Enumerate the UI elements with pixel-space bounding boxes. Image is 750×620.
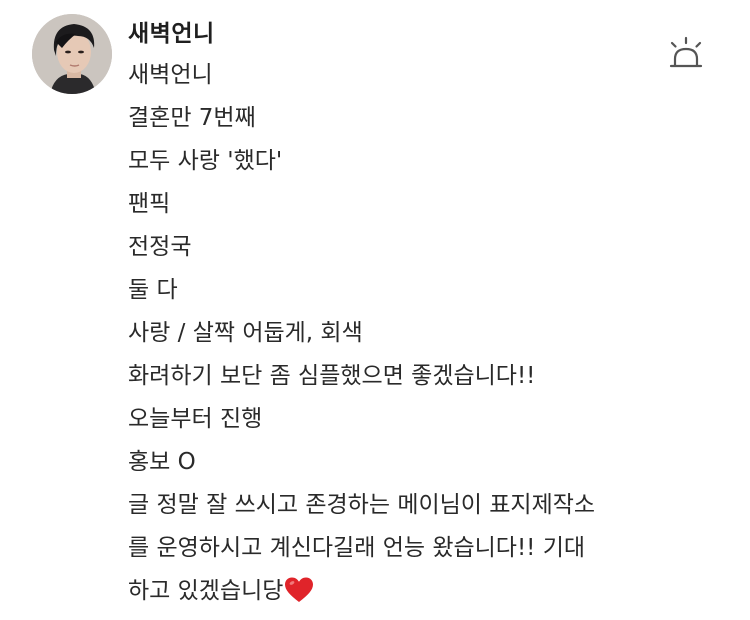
comment-last-line: 하고 있겠습니당: [128, 570, 728, 613]
comment-line: 모두 사랑 '했다': [128, 148, 283, 174]
comment-line: 둘 다: [128, 277, 178, 303]
comment-line: 새벽언니: [128, 62, 213, 88]
comment-line: 오늘부터 진행: [128, 406, 263, 432]
heart-icon: [284, 576, 314, 604]
comment-line: 전정국: [128, 234, 192, 260]
comment-line: 를 운영하시고 계신다길래 언능 왔습니다!! 기대: [128, 535, 586, 561]
comment-author-name[interactable]: 새벽언니: [128, 14, 215, 48]
avatar-image: [32, 14, 112, 94]
comment-body: 새벽언니 결혼만 7번째 모두 사랑 '했다' 팬픽 전정국 둘 다 사랑 / …: [128, 54, 728, 613]
avatar[interactable]: [32, 14, 112, 94]
comment-line: 글 정말 잘 쓰시고 존경하는 메이님이 표지제작소: [128, 492, 596, 518]
comment-line: 홍보 O: [128, 449, 196, 475]
comment-line-text: 하고 있겠습니당: [128, 578, 284, 604]
comment-line: 결혼만 7번째: [128, 105, 256, 131]
comment-line: 사랑 / 살짝 어둡게, 회색: [128, 320, 363, 346]
comment-line: 화려하기 보단 좀 심플했으면 좋겠습니다!!: [128, 363, 536, 389]
comment-line: 팬픽: [128, 191, 171, 217]
